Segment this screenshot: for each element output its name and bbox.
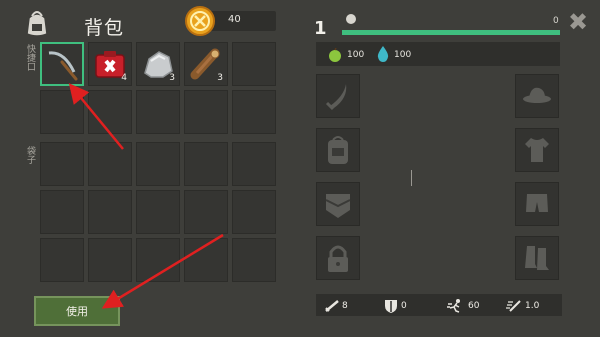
water-drop-icon <box>377 46 389 62</box>
inventory-slot[interactable] <box>88 90 132 134</box>
hat-icon <box>523 87 551 103</box>
boots-icon <box>525 246 549 270</box>
running-icon <box>447 298 463 313</box>
inventory-slot[interactable] <box>136 142 180 186</box>
pouch-slot[interactable] <box>316 182 360 226</box>
water-value: 100 <box>394 50 412 60</box>
bag-slot-label: 袋子 <box>25 146 35 164</box>
inventory-slot[interactable] <box>136 238 180 282</box>
food-value: 100 <box>347 50 365 60</box>
inventory-slot[interactable] <box>136 190 180 234</box>
page-title: 背包 <box>84 17 125 39</box>
speed-value: 60 <box>468 301 480 311</box>
bag-grid <box>40 142 276 282</box>
inventory-slot[interactable] <box>40 238 84 282</box>
use-button[interactable]: 使用 <box>34 296 120 326</box>
coin-icon <box>184 5 216 37</box>
backpack-icon <box>20 6 54 40</box>
weapon-slot[interactable] <box>316 74 360 118</box>
attack-speed-value: 1.0 <box>525 301 540 311</box>
backpack-slot[interactable] <box>316 128 360 172</box>
head-slot[interactable] <box>515 74 559 118</box>
xp-bar-fill <box>342 30 560 35</box>
padlock-icon <box>328 245 348 272</box>
scythe-icon <box>48 51 78 81</box>
close-icon[interactable]: ✖ <box>568 10 588 34</box>
inventory-slot-scythe[interactable] <box>40 42 84 86</box>
inventory-slot[interactable] <box>232 190 276 234</box>
pouch-icon <box>325 194 351 218</box>
inventory-slot[interactable] <box>88 190 132 234</box>
inventory-slot[interactable] <box>232 142 276 186</box>
inventory-slot-medkit[interactable]: 4 <box>88 42 132 86</box>
inventory-slot[interactable] <box>88 238 132 282</box>
inventory-slot[interactable] <box>136 90 180 134</box>
item-count: 3 <box>169 73 175 83</box>
inventory-slot[interactable] <box>88 142 132 186</box>
inventory-slot[interactable] <box>232 42 276 86</box>
item-count: 4 <box>121 73 127 83</box>
backpack-icon <box>328 136 348 164</box>
defense-value: 0 <box>401 301 407 311</box>
inventory-slot-wood[interactable]: 3 <box>184 42 228 86</box>
coin-count: 40 <box>228 14 241 25</box>
inventory-slot[interactable] <box>40 142 84 186</box>
quick-slot-label: 快捷口 <box>25 44 35 71</box>
inventory-slot[interactable] <box>184 238 228 282</box>
inventory-slot[interactable] <box>40 90 84 134</box>
legs-slot[interactable] <box>515 182 559 226</box>
locked-slot[interactable] <box>316 236 360 280</box>
inventory-slot[interactable] <box>40 190 84 234</box>
shirt-icon <box>525 138 549 162</box>
inventory-slot[interactable] <box>232 238 276 282</box>
inventory-slot[interactable] <box>232 90 276 134</box>
attack-speed-icon <box>506 298 522 312</box>
apple-icon <box>328 47 342 62</box>
sword-icon <box>325 84 347 111</box>
character-marker <box>411 170 412 186</box>
attack-value: 8 <box>342 301 348 311</box>
player-level: 1 <box>314 18 327 39</box>
xp-value: 0 <box>553 16 559 26</box>
inventory-slot[interactable] <box>184 90 228 134</box>
quick-slot-grid: 4 3 3 <box>40 42 276 134</box>
feet-slot[interactable] <box>515 236 559 280</box>
inventory-slot[interactable] <box>184 190 228 234</box>
body-slot[interactable] <box>515 128 559 172</box>
inventory-slot-stone[interactable]: 3 <box>136 42 180 86</box>
shield-icon <box>383 298 399 313</box>
pants-icon <box>526 194 548 212</box>
player-icon <box>346 14 356 24</box>
coin-display <box>210 11 276 31</box>
inventory-slot[interactable] <box>184 142 228 186</box>
attack-icon <box>324 298 340 312</box>
item-count: 3 <box>217 73 223 83</box>
